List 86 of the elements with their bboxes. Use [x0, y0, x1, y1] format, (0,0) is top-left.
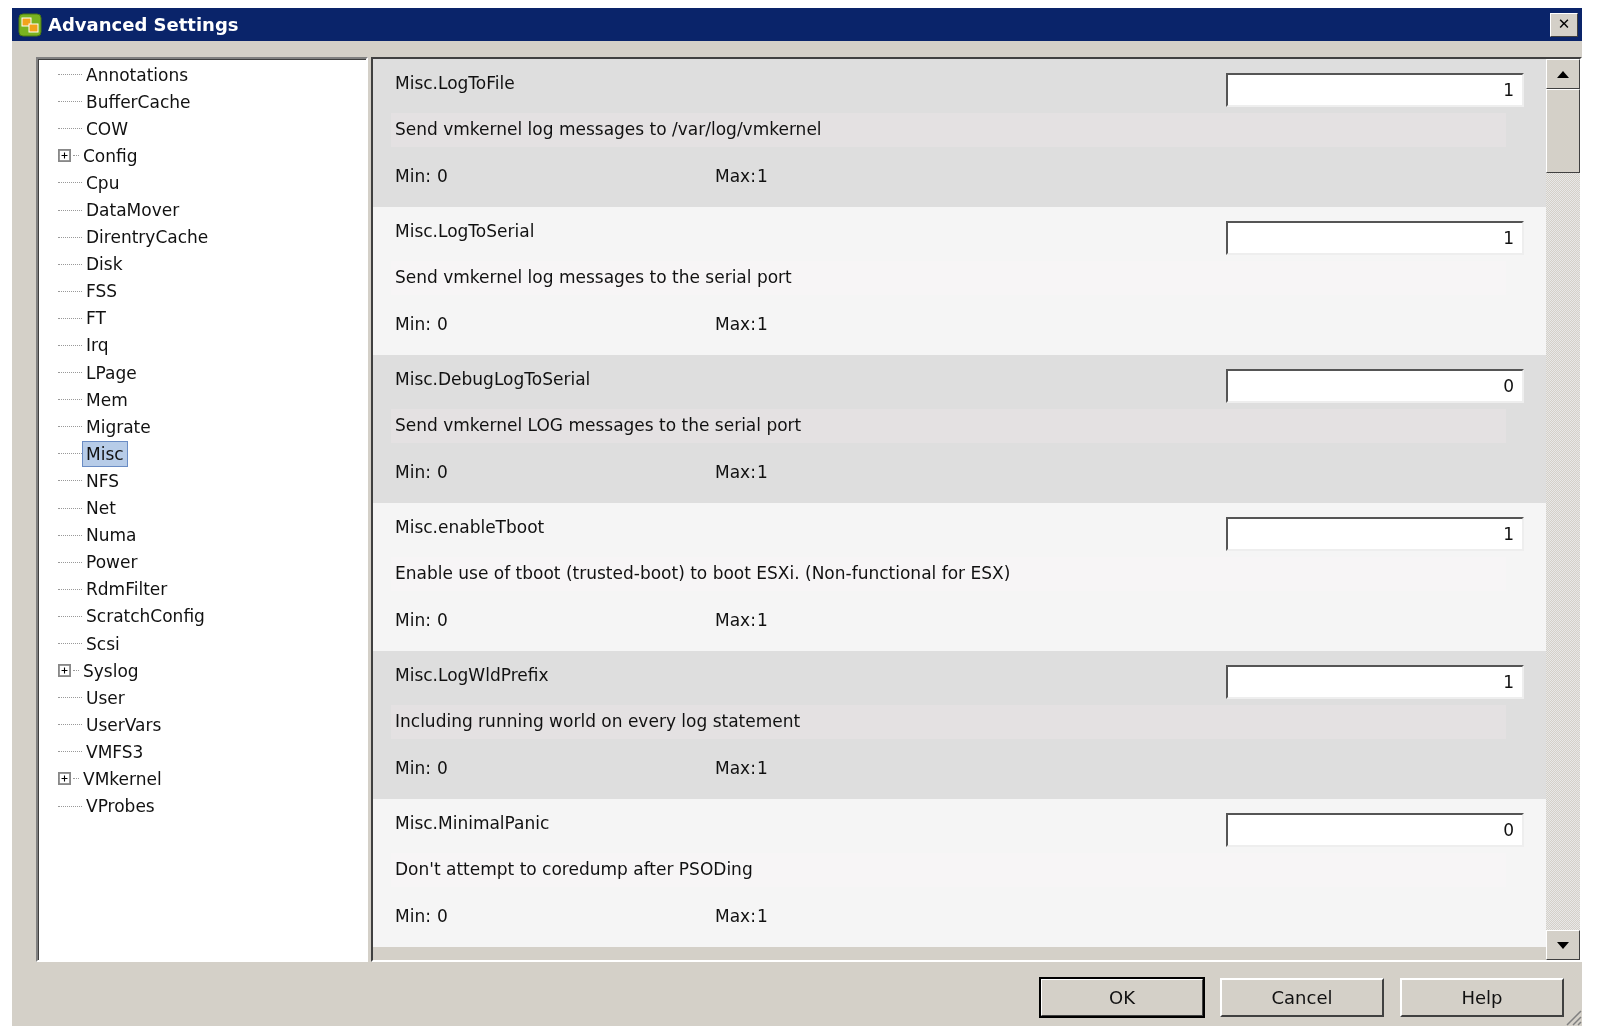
app-icon — [18, 12, 42, 37]
min-value: 0 — [437, 608, 449, 632]
dialog-button[interactable]: Help — [1400, 978, 1564, 1017]
value-field[interactable]: 1 — [1226, 665, 1524, 699]
dialog-button[interactable]: Cancel — [1220, 978, 1384, 1017]
max-label: Max: — [715, 312, 757, 336]
min-value: 0 — [437, 164, 449, 188]
tree-item[interactable]: Annotations — [82, 61, 193, 88]
tree-item[interactable]: ScratchConfig — [82, 603, 209, 630]
expand-icon[interactable] — [58, 149, 71, 163]
max-value: 1 — [757, 608, 768, 632]
tree-item[interactable]: Misc — [82, 440, 128, 467]
min-label: Min: — [395, 460, 432, 484]
tree-item[interactable]: Scsi — [82, 630, 124, 657]
setting-name: Misc.LogWldPrefix — [395, 664, 549, 687]
tree-item[interactable]: Disk — [82, 251, 127, 278]
tree-item[interactable]: NFS — [82, 467, 123, 494]
dialog-button[interactable]: OK — [1040, 978, 1204, 1017]
setting-description: Send vmkernel log messages to the serial port — [395, 267, 792, 287]
setting-name: Misc.MinimalPanic — [395, 812, 550, 835]
max-label: Max: — [715, 460, 757, 484]
tree-item[interactable]: DataMover — [82, 197, 184, 223]
tree-item[interactable]: DirentryCache — [82, 224, 213, 251]
min-value: 0 — [437, 312, 449, 336]
tree-item[interactable]: COW — [82, 115, 133, 142]
tree-item[interactable]: FSS — [82, 278, 122, 305]
max-value: 1 — [757, 164, 768, 188]
value-field[interactable]: 0 — [1226, 813, 1524, 847]
min-label: Min: — [395, 164, 432, 188]
tree-item[interactable]: User — [82, 684, 129, 711]
value-field[interactable]: 1 — [1226, 517, 1524, 551]
setting-description: Enable use of tboot (trusted-boot) to boot ESXi. (Non-functional for ESX) — [395, 563, 1011, 583]
min-value: 0 — [437, 460, 449, 484]
window-title: Advanced Settings — [48, 13, 239, 37]
tree-item[interactable]: LPage — [82, 359, 141, 386]
max-value: 1 — [757, 904, 768, 928]
tree-item[interactable]: Net — [82, 495, 120, 522]
tree-item[interactable]: RdmFilter — [82, 576, 172, 603]
min-label: Min: — [395, 904, 432, 928]
down-arrow-icon — [1557, 941, 1569, 949]
value-field[interactable]: 0 — [1226, 369, 1524, 403]
max-label: Max: — [715, 904, 757, 928]
tree-item[interactable]: UserVars — [82, 711, 166, 738]
max-label: Max: — [715, 164, 757, 188]
setting-name: Misc.LogToSerial — [395, 220, 535, 243]
scroll-down-button[interactable] — [1546, 930, 1580, 960]
value-field[interactable]: 1 — [1226, 73, 1524, 107]
max-value: 1 — [757, 756, 768, 780]
setting-name: Misc.DebugLogToSerial — [395, 368, 591, 391]
tree-item[interactable]: Cpu — [82, 169, 124, 196]
tree-item[interactable]: Mem — [82, 386, 132, 413]
tree-item[interactable]: Numa — [82, 522, 141, 549]
tree-item[interactable]: Config — [79, 142, 142, 169]
max-label: Max: — [715, 756, 757, 780]
setting-description: Send vmkernel log messages to /var/log/vmkernel — [395, 119, 822, 139]
up-arrow-icon — [1557, 70, 1569, 78]
scrollbar[interactable] — [1546, 59, 1580, 960]
value-field[interactable]: 1 — [1226, 221, 1524, 255]
tree-item[interactable]: BufferCache — [82, 88, 195, 115]
min-value: 0 — [437, 756, 449, 780]
scroll-thumb[interactable] — [1546, 89, 1580, 173]
resize-grip-icon[interactable] — [1564, 1008, 1582, 1026]
tree-item[interactable]: Syslog — [79, 657, 143, 684]
max-value: 1 — [757, 460, 768, 484]
close-button[interactable]: ✕ — [1550, 12, 1578, 37]
min-label: Min: — [395, 756, 432, 780]
expand-icon[interactable] — [58, 772, 71, 786]
tree-item[interactable]: VMFS3 — [82, 738, 148, 765]
min-label: Min: — [395, 312, 432, 336]
min-value: 0 — [437, 904, 449, 928]
tree-item[interactable]: Migrate — [82, 413, 155, 440]
setting-name: Misc.LogToFile — [395, 72, 515, 95]
setting-description: Send vmkernel LOG messages to the serial port — [395, 415, 802, 435]
setting-name: Misc.enableTboot — [395, 516, 545, 539]
tree-item[interactable]: Irq — [82, 332, 113, 359]
tree-item[interactable]: Power — [82, 549, 142, 576]
setting-description: Including running world on every log statement — [395, 711, 801, 731]
scroll-up-button[interactable] — [1546, 59, 1580, 89]
tree-item[interactable]: FT — [82, 305, 110, 332]
max-label: Max: — [715, 608, 757, 632]
min-label: Min: — [395, 608, 432, 632]
max-value: 1 — [757, 312, 768, 336]
tree-item[interactable]: VMkernel — [79, 766, 166, 792]
expand-icon[interactable] — [58, 664, 71, 678]
setting-description: Don't attempt to coredump after PSODing — [395, 859, 753, 879]
tree-item[interactable]: VProbes — [82, 793, 159, 820]
